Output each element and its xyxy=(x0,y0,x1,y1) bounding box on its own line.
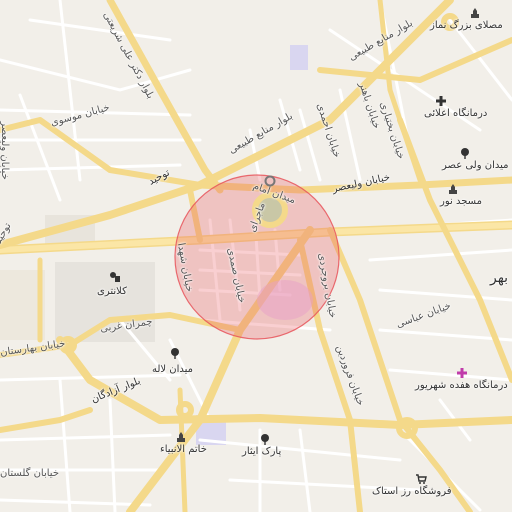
street-label-golestan: خیابان گلستان xyxy=(0,468,59,479)
police-icon xyxy=(108,270,122,284)
poi-label: فروشگاه رز استاک xyxy=(372,486,452,497)
map-base-layer xyxy=(0,0,512,512)
medical-cross-icon xyxy=(455,366,469,380)
poi-label: درمانگاه اعلائی xyxy=(424,108,488,119)
mosque-icon xyxy=(446,182,460,196)
roundabout-icon[interactable] xyxy=(263,174,277,188)
poi-label: مسجد نور xyxy=(440,196,482,207)
poi-label: پارک ایثار xyxy=(242,446,282,457)
cart-icon xyxy=(414,472,428,486)
medical-cross-icon xyxy=(434,94,448,108)
poi-label: میدان ولی عصر xyxy=(442,160,509,171)
tree-icon xyxy=(258,432,272,446)
street-label-top-left: خیابان ولیعصر xyxy=(0,121,10,180)
tree-icon xyxy=(168,346,182,360)
poi-label: درمانگاه هفده شهریور xyxy=(415,380,508,391)
poi-label: خاتم الانبیاء xyxy=(160,444,207,455)
mosque-icon xyxy=(468,6,482,20)
tree-icon xyxy=(458,146,472,160)
poi-label: میدان لاله xyxy=(152,364,194,375)
poi-label: کلانتری xyxy=(97,286,127,297)
mosque-icon xyxy=(174,430,188,444)
city-label: بهر xyxy=(490,270,509,286)
poi-label: مصلای بزرگ نماز xyxy=(430,20,503,31)
map-canvas[interactable]: بلوار منابع طبیعی بلوار منابع طبیعی بلوا… xyxy=(0,0,512,512)
